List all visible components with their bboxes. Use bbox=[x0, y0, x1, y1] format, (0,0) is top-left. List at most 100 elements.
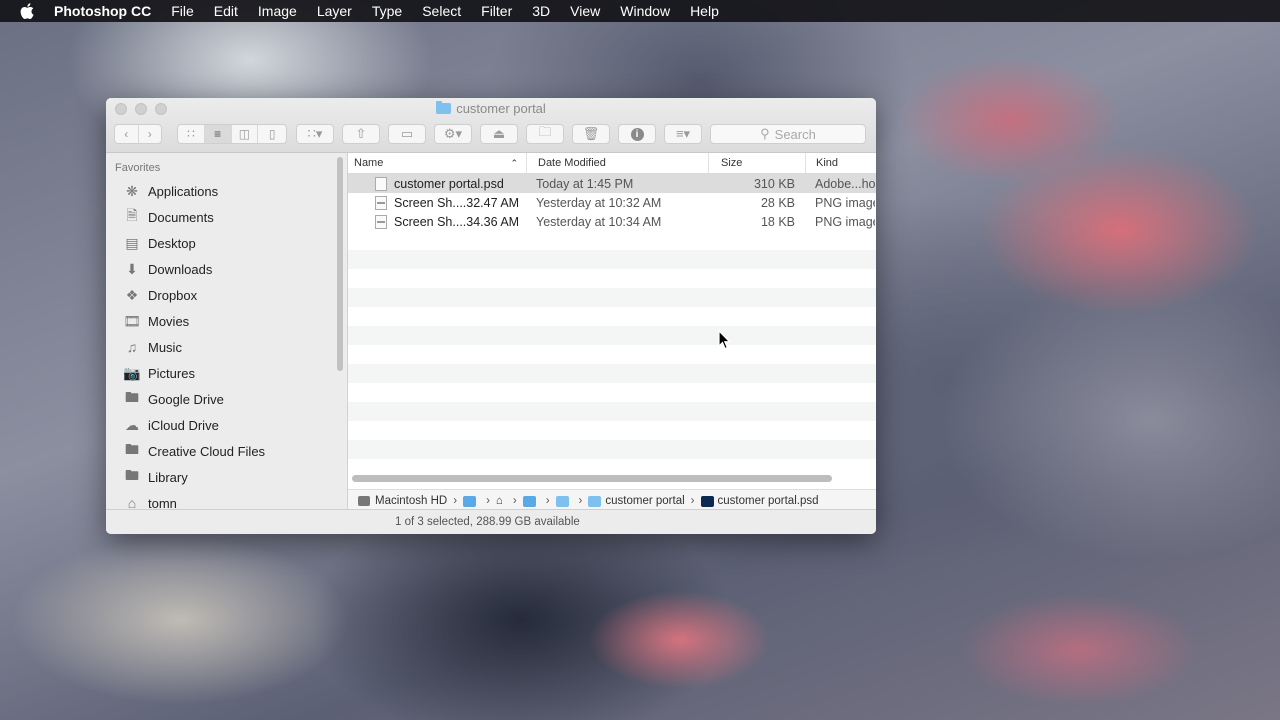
column-header-kind[interactable]: Kind bbox=[806, 153, 876, 173]
menu-type[interactable]: Type bbox=[372, 3, 402, 19]
window-title-text: customer portal bbox=[456, 101, 546, 116]
apple-menu-icon[interactable] bbox=[18, 3, 36, 19]
path-file[interactable]: customer portal.psd bbox=[718, 495, 819, 507]
action-button[interactable]: ⚙▾ bbox=[434, 124, 472, 144]
column-header-size-label: Size bbox=[721, 157, 743, 169]
new-folder-button[interactable]: 🗀 bbox=[526, 124, 564, 144]
file-size: 310 KB bbox=[753, 176, 795, 191]
sidebar-scrollbar[interactable] bbox=[337, 157, 343, 371]
title-bar[interactable]: customer portal ‹ › ∷ ≡ ◫ ▯ ∷▾ ⇧ ▭ ⚙▾ ⏏ … bbox=[106, 98, 876, 153]
column-view-icon[interactable]: ◫ bbox=[232, 125, 259, 143]
share-button[interactable]: ⇧ bbox=[342, 124, 380, 144]
sidebar-item-label: Applications bbox=[148, 183, 219, 199]
empty-row bbox=[348, 402, 876, 421]
sidebar-item-applications[interactable]: ❋ Applications bbox=[106, 178, 347, 204]
chevron-right-icon: › bbox=[690, 495, 695, 507]
menu-help[interactable]: Help bbox=[690, 3, 719, 19]
sidebar-item-music[interactable]: ♫ Music bbox=[106, 334, 347, 360]
menu-3d[interactable]: 3D bbox=[532, 3, 550, 19]
forward-button[interactable]: › bbox=[139, 125, 162, 143]
column-header-kind-label: Kind bbox=[816, 157, 839, 169]
path-folder[interactable]: customer portal bbox=[605, 495, 684, 507]
movies-icon: 🎞 bbox=[123, 312, 141, 329]
cover-flow-icon[interactable]: ▯ bbox=[258, 125, 286, 143]
list-view-icon[interactable]: ≡ bbox=[204, 125, 232, 143]
image-file-icon bbox=[375, 214, 387, 229]
eject-button[interactable]: ⏏ bbox=[480, 124, 518, 144]
eject-icon: ⏏ bbox=[492, 126, 506, 141]
menu-view[interactable]: View bbox=[570, 3, 600, 19]
get-info-button[interactable]: i bbox=[618, 124, 656, 144]
column-header-date[interactable]: Date Modified bbox=[527, 153, 709, 173]
column-header-size[interactable]: Size bbox=[709, 153, 806, 173]
quick-look-button[interactable]: ≡▾ bbox=[664, 124, 702, 144]
toolbar: ‹ › ∷ ≡ ◫ ▯ ∷▾ ⇧ ▭ ⚙▾ ⏏ 🗀 🗑 i ≡▾ ⚲ Searc… bbox=[114, 123, 868, 145]
status-text: 1 of 3 selected, 288.99 GB available bbox=[395, 516, 580, 528]
arrange-button[interactable]: ∷▾ bbox=[296, 124, 334, 144]
icon-view-icon[interactable]: ∷ bbox=[178, 125, 205, 143]
sidebar-item-desktop[interactable]: ▤ Desktop bbox=[106, 230, 347, 256]
folder-icon: 🖿 bbox=[125, 389, 139, 405]
file-kind: PNG image bbox=[815, 195, 875, 210]
empty-row bbox=[348, 288, 876, 307]
sidebar-item-label: Pictures bbox=[148, 365, 195, 381]
table-row[interactable]: Screen Sh....32.47 AM Yesterday at 10:32… bbox=[348, 193, 876, 212]
sidebar-item-label: Google Drive bbox=[148, 391, 224, 407]
file-name: Screen Sh....32.47 AM bbox=[394, 195, 520, 210]
menu-edit[interactable]: Edit bbox=[214, 3, 238, 19]
menu-window[interactable]: Window bbox=[620, 3, 670, 19]
back-button[interactable]: ‹ bbox=[115, 125, 139, 143]
sidebar-item-library[interactable]: 🖿 Library bbox=[106, 464, 347, 490]
empty-row bbox=[348, 421, 876, 440]
folder-icon[interactable] bbox=[555, 495, 569, 507]
menu-bar: Photoshop CC File Edit Image Layer Type … bbox=[0, 0, 1280, 22]
chevron-right-icon: › bbox=[512, 495, 517, 507]
empty-row bbox=[348, 345, 876, 364]
sidebar-item-pictures[interactable]: 📷 Pictures bbox=[106, 360, 347, 386]
sidebar-item-dropbox[interactable]: ❖ Dropbox bbox=[106, 282, 347, 308]
chevron-right-icon: › bbox=[486, 495, 490, 507]
empty-row bbox=[348, 231, 876, 250]
users-folder-icon[interactable] bbox=[463, 495, 477, 507]
sidebar-item-documents[interactable]: 🗎 Documents bbox=[106, 204, 347, 230]
sidebar-item-downloads[interactable]: ⬇ Downloads bbox=[106, 256, 347, 282]
file-list: Name ⌃ Date Modified Size Kind customer … bbox=[348, 153, 876, 512]
tags-button[interactable]: ▭ bbox=[388, 124, 426, 144]
column-header-name[interactable]: Name ⌃ bbox=[348, 153, 527, 173]
menu-filter[interactable]: Filter bbox=[481, 3, 512, 19]
menu-file[interactable]: File bbox=[171, 3, 194, 19]
desktop-icon: ▤ bbox=[125, 234, 139, 251]
column-header-name-label: Name bbox=[354, 157, 384, 169]
folder-icon: 🖿 bbox=[125, 467, 139, 483]
horizontal-scrollbar[interactable] bbox=[352, 475, 832, 482]
folder-icon[interactable] bbox=[522, 495, 536, 507]
chevron-right-icon: › bbox=[453, 495, 458, 507]
table-row[interactable]: Screen Sh....34.36 AM Yesterday at 10:34… bbox=[348, 212, 876, 231]
chevron-right-icon: › bbox=[545, 495, 550, 507]
file-date: Today at 1:45 PM bbox=[536, 176, 634, 191]
sidebar-item-icloud-drive[interactable]: ☁ iCloud Drive bbox=[106, 412, 347, 438]
delete-button[interactable]: 🗑 bbox=[572, 124, 610, 144]
sidebar-heading: Favorites bbox=[115, 162, 161, 174]
menu-layer[interactable]: Layer bbox=[317, 3, 352, 19]
empty-row bbox=[348, 250, 876, 269]
search-placeholder: Search bbox=[774, 126, 816, 142]
column-header-row: Name ⌃ Date Modified Size Kind bbox=[348, 153, 876, 174]
search-input[interactable]: ⚲ Search bbox=[710, 124, 866, 144]
share-icon: ⇧ bbox=[355, 126, 367, 141]
table-row[interactable]: customer portal.psd Today at 1:45 PM 310… bbox=[348, 174, 876, 193]
home-icon[interactable]: ⌂ bbox=[496, 495, 503, 507]
sidebar-item-google-drive[interactable]: 🖿 Google Drive bbox=[106, 386, 347, 412]
app-menu-photoshop[interactable]: Photoshop CC bbox=[54, 3, 151, 19]
list-options-icon: ≡▾ bbox=[675, 126, 691, 141]
folder-icon bbox=[436, 101, 452, 114]
sidebar-item-creative-cloud-files[interactable]: 🖿 Creative Cloud Files bbox=[106, 438, 347, 464]
menu-image[interactable]: Image bbox=[258, 3, 297, 19]
sidebar-item-movies[interactable]: 🎞 Movies bbox=[106, 308, 347, 334]
empty-row bbox=[348, 326, 876, 345]
path-root[interactable]: Macintosh HD bbox=[375, 495, 447, 507]
nav-buttons: ‹ › bbox=[114, 124, 162, 144]
sidebar-item-label: Creative Cloud Files bbox=[148, 443, 266, 459]
menu-select[interactable]: Select bbox=[422, 3, 461, 19]
sidebar-item-label: iCloud Drive bbox=[148, 417, 219, 433]
